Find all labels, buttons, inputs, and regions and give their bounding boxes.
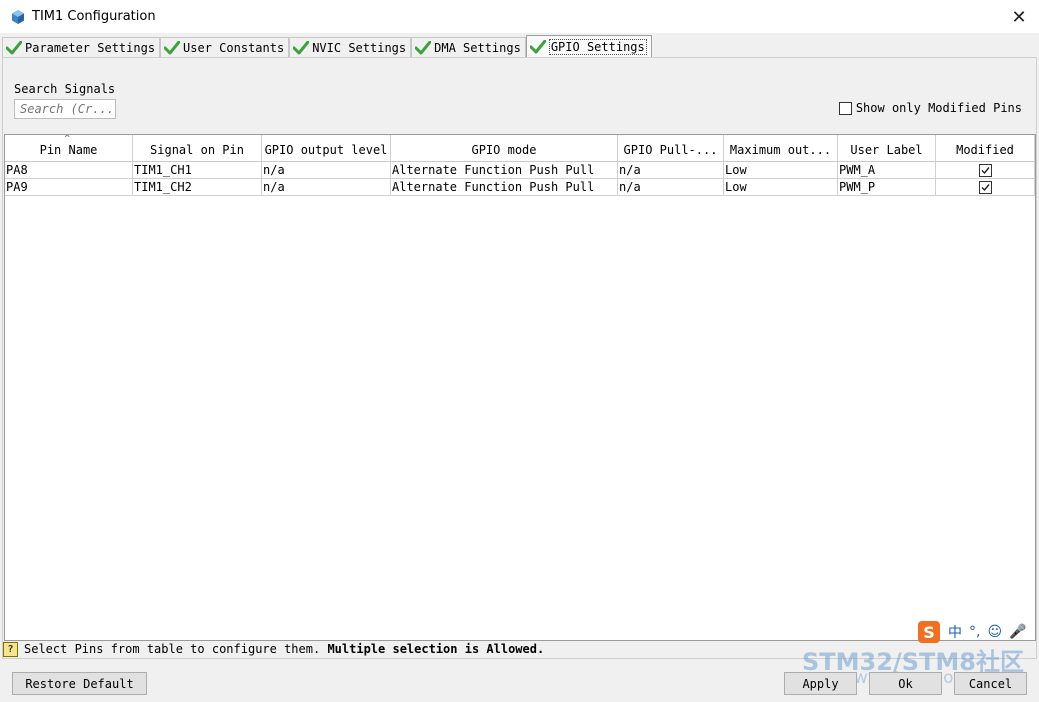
show-only-modified-label: Show only Modified Pins <box>855 101 1022 115</box>
checkmark-icon <box>6 41 22 55</box>
ime-logo-icon: S <box>918 621 940 643</box>
column-header-user-label[interactable]: User Label <box>838 135 936 161</box>
table-row[interactable]: PA8 TIM1_CH1 n/a Alternate Function Push… <box>5 162 1035 179</box>
modified-checkbox[interactable] <box>978 163 992 177</box>
ok-button[interactable]: Ok <box>869 672 942 695</box>
cell-output-level: n/a <box>262 179 391 195</box>
tab-dma-settings[interactable]: DMA Settings <box>411 37 526 58</box>
ime-punctuation-toggle[interactable]: °, <box>969 624 980 640</box>
cell-max-speed: Low <box>724 162 838 178</box>
cell-max-speed: Low <box>724 179 838 195</box>
column-header-modified[interactable]: Modified <box>936 135 1035 161</box>
checkmark-icon <box>529 40 546 54</box>
cell-pull: n/a <box>618 162 724 178</box>
show-only-modified-toggle[interactable]: Show only Modified Pins <box>838 101 1022 115</box>
checkmark-icon <box>164 41 181 55</box>
cell-pin-name: PA9 <box>5 179 133 195</box>
tab-user-constants[interactable]: User Constants <box>160 37 290 58</box>
help-icon: ? <box>3 641 18 657</box>
tab-label: DMA Settings <box>434 41 521 55</box>
close-icon[interactable]: ✕ <box>1009 7 1029 28</box>
cell-pin-name: PA8 <box>5 162 133 178</box>
window-titlebar: TIM1 Configuration ✕ <box>0 0 1039 33</box>
checkmark-icon <box>981 183 990 191</box>
checkmark-icon <box>981 166 990 174</box>
cell-signal: TIM1_CH2 <box>133 179 262 195</box>
cell-output-level: n/a <box>262 162 391 178</box>
app-cube-icon <box>12 9 24 24</box>
column-header-pin-name[interactable]: ^ Pin Name <box>5 135 133 161</box>
apply-button[interactable]: Apply <box>784 672 857 695</box>
column-header-max-speed[interactable]: Maximum out... <box>724 135 838 161</box>
cell-user-label: PWM_A <box>838 162 936 178</box>
cell-user-label: PWM_P <box>838 179 936 195</box>
column-header-pull[interactable]: GPIO Pull-... <box>618 135 724 161</box>
show-only-modified-checkbox[interactable] <box>838 101 852 115</box>
modified-checkbox[interactable] <box>978 180 992 194</box>
tab-bar: Parameter Settings User Constants NVIC S… <box>2 35 652 58</box>
cell-modified <box>936 162 1035 178</box>
tab-label: Parameter Settings <box>25 41 156 55</box>
status-bold-text: Multiple selection is Allowed. <box>327 642 545 656</box>
cell-modified <box>936 179 1035 195</box>
tab-nvic-settings[interactable]: NVIC Settings <box>289 37 412 58</box>
column-header-signal[interactable]: Signal on Pin <box>133 135 262 161</box>
tab-label: User Constants <box>183 41 285 55</box>
checkmark-icon <box>415 41 432 55</box>
ime-emoji-icon[interactable]: ☺ <box>987 624 1002 640</box>
tab-label: GPIO Settings <box>548 39 647 55</box>
gpio-settings-panel: Search Signals Show only Modified Pins ^… <box>2 57 1037 659</box>
column-header-output-level[interactable]: GPIO output level <box>262 135 391 161</box>
restore-default-button[interactable]: Restore Default <box>12 672 147 695</box>
pin-table: ^ Pin Name Signal on Pin GPIO output leve… <box>4 134 1036 641</box>
sort-ascending-icon: ^ <box>64 135 70 144</box>
search-label: Search Signals <box>14 82 116 96</box>
cell-gpio-mode: Alternate Function Push Pull <box>391 179 618 195</box>
ime-microphone-icon[interactable]: 🎤 <box>1009 624 1026 640</box>
status-text: Select Pins from table to configure them… <box>24 642 321 656</box>
tab-label: NVIC Settings <box>312 41 407 55</box>
search-input[interactable] <box>14 99 116 119</box>
table-row[interactable]: PA9 TIM1_CH2 n/a Alternate Function Push… <box>5 179 1035 196</box>
tab-parameter-settings[interactable]: Parameter Settings <box>2 37 161 58</box>
table-header: ^ Pin Name Signal on Pin GPIO output leve… <box>5 135 1035 162</box>
window-title: TIM1 Configuration <box>32 9 156 24</box>
cell-signal: TIM1_CH1 <box>133 162 262 178</box>
checkmark-icon <box>293 41 310 55</box>
cell-gpio-mode: Alternate Function Push Pull <box>391 162 618 178</box>
tab-gpio-settings[interactable]: GPIO Settings <box>525 35 652 58</box>
column-header-gpio-mode[interactable]: GPIO mode <box>391 135 618 161</box>
cancel-button[interactable]: Cancel <box>954 672 1027 695</box>
cell-pull: n/a <box>618 179 724 195</box>
ime-chinese-toggle[interactable]: 中 <box>948 622 962 642</box>
